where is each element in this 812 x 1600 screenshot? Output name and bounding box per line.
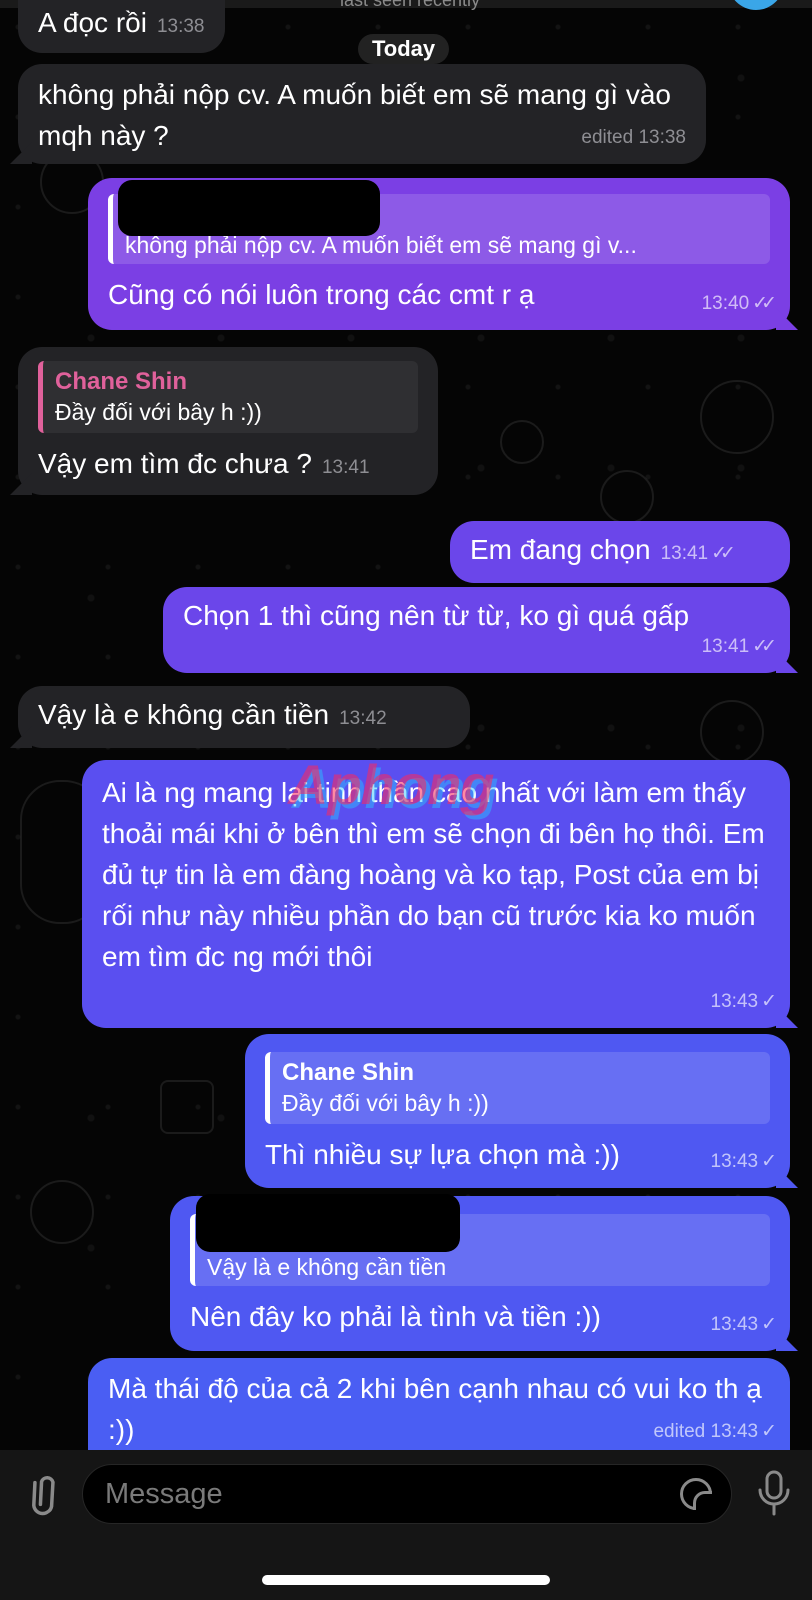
reply-quote-text: Đầy đối với bây h :)): [55, 399, 262, 425]
microphone-glyph: [758, 1470, 790, 1516]
sticker-icon[interactable]: [680, 1478, 712, 1510]
check-icon: ✓: [761, 1314, 777, 1335]
message-time: 13:41: [321, 457, 370, 478]
microphone-icon[interactable]: [754, 1468, 794, 1520]
paperclip-icon[interactable]: [12, 1464, 70, 1522]
reply-quote-text: Vậy là e không cần tiền: [207, 1254, 447, 1280]
message-text: Nên đây ko phải là tình và tiền :)): [190, 1301, 601, 1332]
message-incoming[interactable]: Chane Shin Đầy đối với bây h :)) Vậy em …: [18, 347, 438, 495]
message-outgoing[interactable]: Chane Shin Đầy đối với bây h :)) Thì nhi…: [245, 1034, 790, 1188]
redacted-reply-author: [196, 1194, 460, 1252]
home-indicator[interactable]: [262, 1575, 550, 1585]
message-meta: 13:41 ✓✓: [660, 533, 736, 574]
background-doodle: [700, 380, 774, 454]
message-time: 13:41: [701, 636, 750, 657]
background-doodle: [500, 420, 544, 464]
message-time: edited 13:38: [581, 127, 686, 148]
check-icon: ✓: [761, 991, 777, 1012]
double-check-icon: ✓✓: [752, 636, 777, 657]
double-check-icon: ✓✓: [711, 543, 736, 564]
message-meta: 13:40 ✓✓: [701, 283, 777, 324]
check-icon: ✓: [761, 1151, 777, 1172]
message-meta: 13:41 ✓✓: [701, 626, 777, 667]
date-separator: Today: [358, 34, 450, 64]
message-incoming[interactable]: Vậy là e không cần tiền 13:42: [18, 686, 470, 748]
message-text: Thì nhiều sự lựa chọn mà :)): [265, 1139, 620, 1170]
message-time: 13:40: [701, 293, 750, 314]
message-meta: 13:43 ✓: [710, 1304, 777, 1345]
message-text: Vậy là e không cần tiền: [38, 699, 330, 730]
message-time: 13:38: [156, 16, 205, 37]
message-outgoing[interactable]: Mà thái độ của cả 2 khi bên cạnh nhau có…: [88, 1358, 790, 1458]
background-doodle: [30, 1180, 94, 1244]
message-time: 13:43: [710, 991, 759, 1012]
message-meta: 13:43 ✓: [710, 981, 777, 1022]
message-text: Chọn 1 thì cũng nên từ từ, ko gì quá gấp: [183, 600, 690, 631]
reply-quote[interactable]: Chane Shin Đầy đối với bây h :)): [38, 361, 418, 433]
message-time: 13:43: [710, 1151, 759, 1172]
redacted-reply-author: [118, 180, 380, 236]
message-meta: edited 13:43 ✓: [653, 1411, 777, 1452]
message-input[interactable]: [82, 1464, 732, 1524]
message-incoming[interactable]: không phải nộp cv. A muốn biết em sẽ man…: [18, 64, 706, 164]
message-outgoing[interactable]: Chọn 1 thì cũng nên từ từ, ko gì quá gấp…: [163, 587, 790, 673]
reply-quote-author: Chane Shin: [282, 1059, 415, 1086]
message-text: Em đang chọn: [470, 534, 651, 565]
message-time: 13:42: [339, 708, 387, 729]
paperclip-glyph: [32, 1476, 55, 1516]
chat-screen: last seen recently A đọc rồi 13:38 Today …: [0, 0, 812, 1600]
message-time: 13:43: [710, 1314, 759, 1335]
double-check-icon: ✓✓: [752, 293, 777, 314]
reply-quote-author: Chane Shin: [55, 368, 188, 395]
message-outgoing[interactable]: Em đang chọn 13:41 ✓✓: [450, 521, 790, 583]
message-incoming[interactable]: A đọc rồi 13:38: [18, 0, 225, 53]
message-text: Cũng có nói luôn trong các cmt r ạ: [108, 279, 535, 310]
background-doodle: [600, 470, 654, 524]
last-seen-status: last seen recently: [339, 0, 481, 10]
background-doodle: [700, 700, 764, 764]
message-time: 13:41: [660, 543, 709, 564]
reply-quote-text: Đầy đối với bây h :)): [282, 1090, 489, 1116]
message-text: A đọc rồi: [38, 7, 147, 38]
watermark-logo: Aphong: [288, 753, 494, 816]
check-icon: ✓: [761, 1421, 777, 1442]
reply-quote[interactable]: Chane Shin Đầy đối với bây h :)): [265, 1052, 770, 1124]
message-meta: 13:43 ✓: [710, 1141, 777, 1182]
message-time: edited 13:43: [653, 1421, 759, 1442]
background-doodle: [160, 1080, 214, 1134]
message-text: Vậy em tìm đc chưa ?: [38, 448, 312, 479]
message-text: không phải nộp cv. A muốn biết em sẽ man…: [38, 79, 671, 151]
